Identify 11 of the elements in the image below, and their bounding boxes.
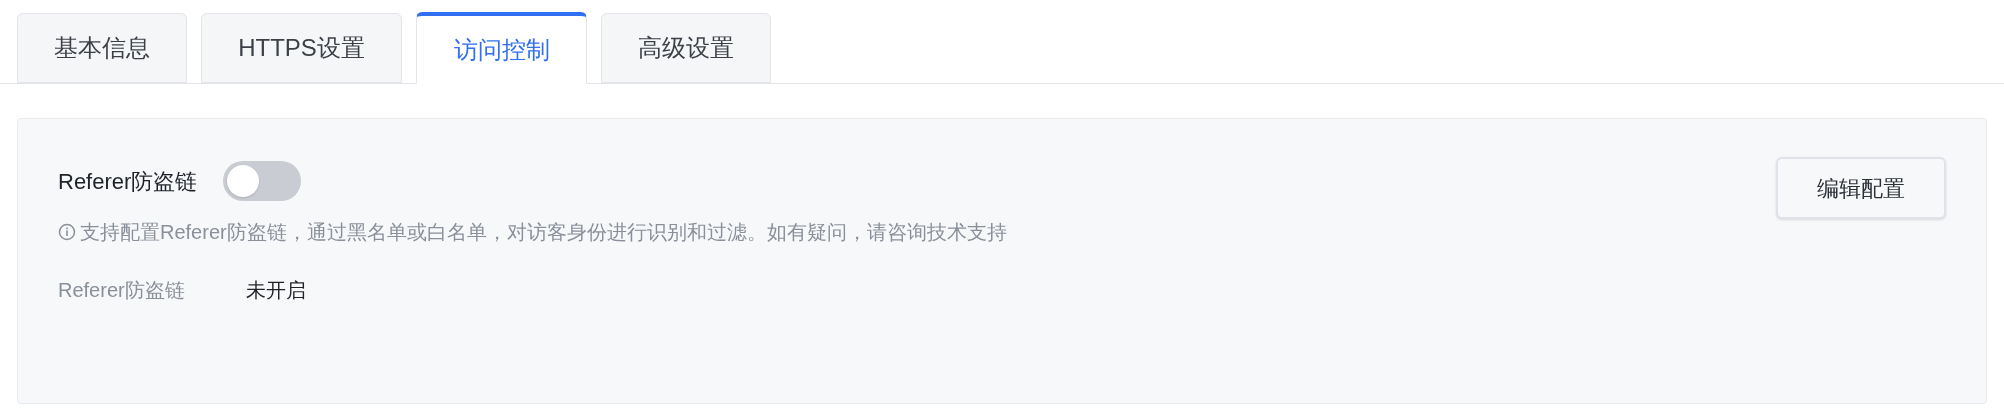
info-icon [58, 223, 76, 241]
field-label: Referer防盗链 [58, 278, 186, 303]
tab[interactable]: 高级设置 [601, 13, 771, 83]
tab[interactable]: 基本信息 [17, 13, 187, 83]
tab[interactable]: HTTPS设置 [201, 13, 402, 83]
hint-text: 支持配置Referer防盗链，通过黑名单或白名单，对访客身份进行识别和过滤。如有疑问，请咨询技术支持 [80, 220, 1007, 245]
edit-config-button[interactable]: 编辑配置 [1776, 157, 1946, 219]
tab[interactable]: 访问控制 [416, 12, 587, 84]
toggle-switch[interactable] [223, 161, 302, 201]
field-value: 未开启 [246, 278, 306, 303]
switch-label: Referer防盗链 [58, 167, 198, 196]
